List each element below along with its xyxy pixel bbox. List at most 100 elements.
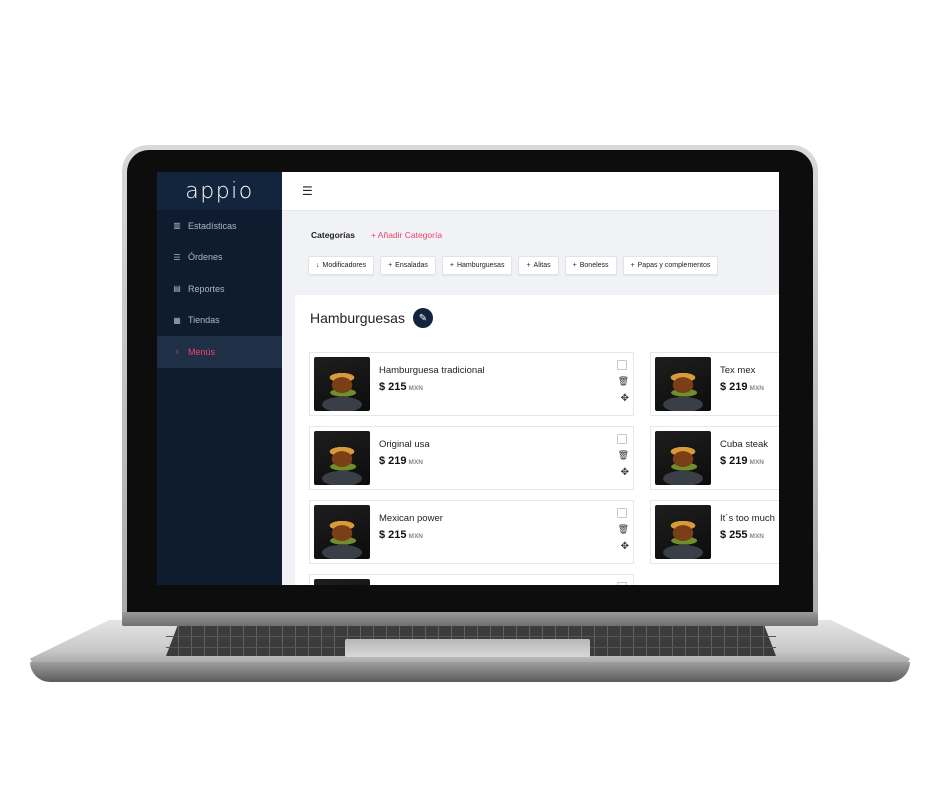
document-icon: ▤ <box>173 284 181 294</box>
product-name: Hamburguesa tradicional <box>379 365 485 376</box>
sidebar-item-estadisticas[interactable]: ▥ Estadísticas <box>157 210 282 242</box>
product-price: $ 215 MXN <box>379 381 423 393</box>
sidebar-item-ordenes[interactable]: ☰ Órdenes <box>157 242 282 274</box>
edit-section-button[interactable]: ✎ <box>412 308 433 328</box>
categories-header: Categorías + Añadir Categoría <box>282 211 779 242</box>
logo-bar: appio <box>157 172 282 210</box>
burger-photo <box>655 357 711 411</box>
trash-icon[interactable]: 🗑 <box>618 450 629 461</box>
chip-label: Alitas <box>533 262 551 269</box>
laptop-hinge <box>122 612 818 626</box>
app-logo[interactable]: appio <box>185 179 253 204</box>
chip-papas[interactable]: + Papas y complementos <box>622 256 719 275</box>
menu-toggle-icon[interactable]: ☰ <box>302 184 313 198</box>
chip-hamburguesas[interactable]: + Hamburguesas <box>441 256 513 275</box>
pencil-icon: ✎ <box>418 312 428 324</box>
top-bar: ☰ <box>282 172 779 211</box>
product-name: Tex mex <box>720 365 756 376</box>
menu-icon: ♁ <box>174 347 180 357</box>
sidebar-item-reportes[interactable]: ▤ Reportes <box>157 273 282 305</box>
chip-boneless[interactable]: + Boneless <box>564 256 617 275</box>
chip-label: Hamburguesas <box>456 262 505 269</box>
plus-icon: + <box>572 262 577 269</box>
price-value: $ 219 <box>720 381 748 393</box>
laptop-trackpad <box>345 639 590 657</box>
burger-photo <box>314 357 370 411</box>
move-icon[interactable]: ✥ <box>621 541 629 552</box>
select-checkbox[interactable] <box>617 508 627 518</box>
burger-photo <box>655 431 711 485</box>
product-name: It´s too much <box>720 513 775 524</box>
product-name: Mexican power <box>379 513 443 524</box>
product-card[interactable]: It´s too much $ 255 MXN <box>650 500 779 564</box>
product-card[interactable]: Hamburguesa tradicional $ 215 MXN 🗑 ✥ <box>309 352 634 416</box>
plus-icon: + <box>388 262 393 269</box>
burger-photo <box>314 579 370 585</box>
currency-label: MXN <box>749 459 764 466</box>
store-icon: ▦ <box>173 315 181 325</box>
select-checkbox[interactable] <box>617 582 627 585</box>
product-name: Original usa <box>379 439 430 450</box>
sidebar: appio ▥ Estadísticas ☰ Órdenes ▤ Reporte… <box>157 172 282 585</box>
sidebar-item-label: Órdenes <box>188 252 223 263</box>
product-price: $ 219 MXN <box>379 455 423 467</box>
price-value: $ 219 <box>720 455 748 467</box>
sidebar-item-label: Estadísticas <box>188 220 237 231</box>
burger-photo <box>314 431 370 485</box>
product-price: $ 255 MXN <box>720 529 764 541</box>
main-area: ☰ Categorías + Añadir Categoría ↓ Modific… <box>282 172 779 585</box>
plus-icon: + <box>526 262 531 269</box>
burger-photo <box>655 505 711 559</box>
section-header: Hamburguesas ✎ <box>295 295 779 328</box>
price-value: $ 215 <box>379 529 407 541</box>
product-card[interactable]: Tex mex $ 219 MXN <box>650 352 779 416</box>
section-title: Hamburguesas <box>310 310 405 326</box>
trash-icon[interactable]: 🗑 <box>618 376 629 387</box>
currency-label: MXN <box>749 385 764 392</box>
sidebar-item-label: Menús <box>188 346 216 357</box>
product-card[interactable]: Cuba steak $ 219 MXN <box>650 426 779 490</box>
laptop-base-edge <box>30 662 910 682</box>
select-checkbox[interactable] <box>617 360 627 370</box>
move-icon[interactable]: ✥ <box>621 467 629 478</box>
sidebar-item-tiendas[interactable]: ▦ Tiendas <box>157 305 282 337</box>
product-card[interactable]: Original usa $ 219 MXN 🗑 ✥ <box>309 426 634 490</box>
currency-label: MXN <box>749 533 764 540</box>
product-card[interactable] <box>309 574 634 585</box>
plus-icon: + <box>449 262 454 269</box>
products-panel: Hamburguesas ✎ Hamburguesa tradicional $… <box>295 295 779 585</box>
arrow-down-icon: ↓ <box>316 262 320 269</box>
app-screen: appio ▥ Estadísticas ☰ Órdenes ▤ Reporte… <box>157 172 779 585</box>
select-checkbox[interactable] <box>617 434 627 444</box>
bar-chart-icon: ▥ <box>173 221 181 231</box>
chip-label: Boneless <box>579 262 609 269</box>
chip-modificadores[interactable]: ↓ Modificadores <box>308 256 375 275</box>
chip-alitas[interactable]: + Alitas <box>518 256 559 275</box>
currency-label: MXN <box>408 385 423 392</box>
move-icon[interactable]: ✥ <box>621 393 629 404</box>
add-category-button[interactable]: + Añadir Categoría <box>371 230 442 240</box>
sidebar-item-menus[interactable]: ♁ Menús <box>157 336 282 368</box>
product-price: $ 219 MXN <box>720 455 764 467</box>
chip-label: Ensaladas <box>395 262 428 269</box>
burger-photo <box>314 505 370 559</box>
price-value: $ 219 <box>379 455 407 467</box>
currency-label: MXN <box>408 459 423 466</box>
chip-ensaladas[interactable]: + Ensaladas <box>380 256 436 275</box>
product-card[interactable]: Mexican power $ 215 MXN 🗑 ✥ <box>309 500 634 564</box>
category-chips: ↓ Modificadores + Ensaladas + Hamburguesas … <box>282 242 779 275</box>
price-value: $ 215 <box>379 381 407 393</box>
sidebar-item-label: Tiendas <box>188 315 220 326</box>
list-icon: ☰ <box>173 252 181 262</box>
product-price: $ 215 MXN <box>379 529 423 541</box>
trash-icon[interactable]: 🗑 <box>618 524 629 535</box>
product-name: Cuba steak <box>720 439 769 450</box>
product-price: $ 219 MXN <box>720 381 764 393</box>
chip-label: Modificadores <box>322 262 367 269</box>
price-value: $ 255 <box>720 529 748 541</box>
keyboard-row-line <box>166 636 776 637</box>
sidebar-item-label: Reportes <box>188 283 225 294</box>
chip-label: Papas y complementos <box>637 262 711 269</box>
categories-title: Categorías <box>311 230 355 240</box>
currency-label: MXN <box>408 533 423 540</box>
